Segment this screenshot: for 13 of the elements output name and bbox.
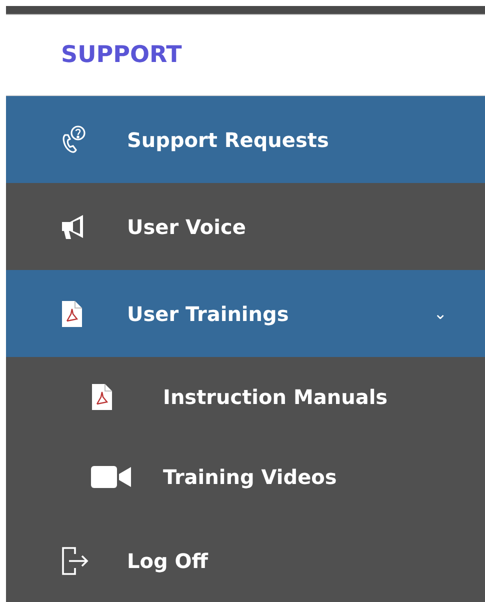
menu-item[interactable]: Support Requests (6, 96, 485, 183)
section-heading: SUPPORT (61, 42, 182, 68)
chevron-icon: ⌄ (434, 306, 447, 322)
pdf-file-icon (91, 383, 113, 411)
menu-item[interactable]: Log Off (6, 517, 485, 602)
logout-icon (61, 546, 89, 576)
menu-item[interactable]: User Trainings ⌄ (6, 270, 485, 357)
submenu-item[interactable]: Instruction Manuals (6, 357, 485, 437)
submenu-item[interactable]: Training Videos (6, 437, 485, 517)
video-camera-icon (91, 466, 131, 488)
pdf-file-icon (61, 300, 83, 328)
menu-item[interactable]: User Voice (6, 183, 485, 270)
phone-question-icon (61, 124, 87, 154)
